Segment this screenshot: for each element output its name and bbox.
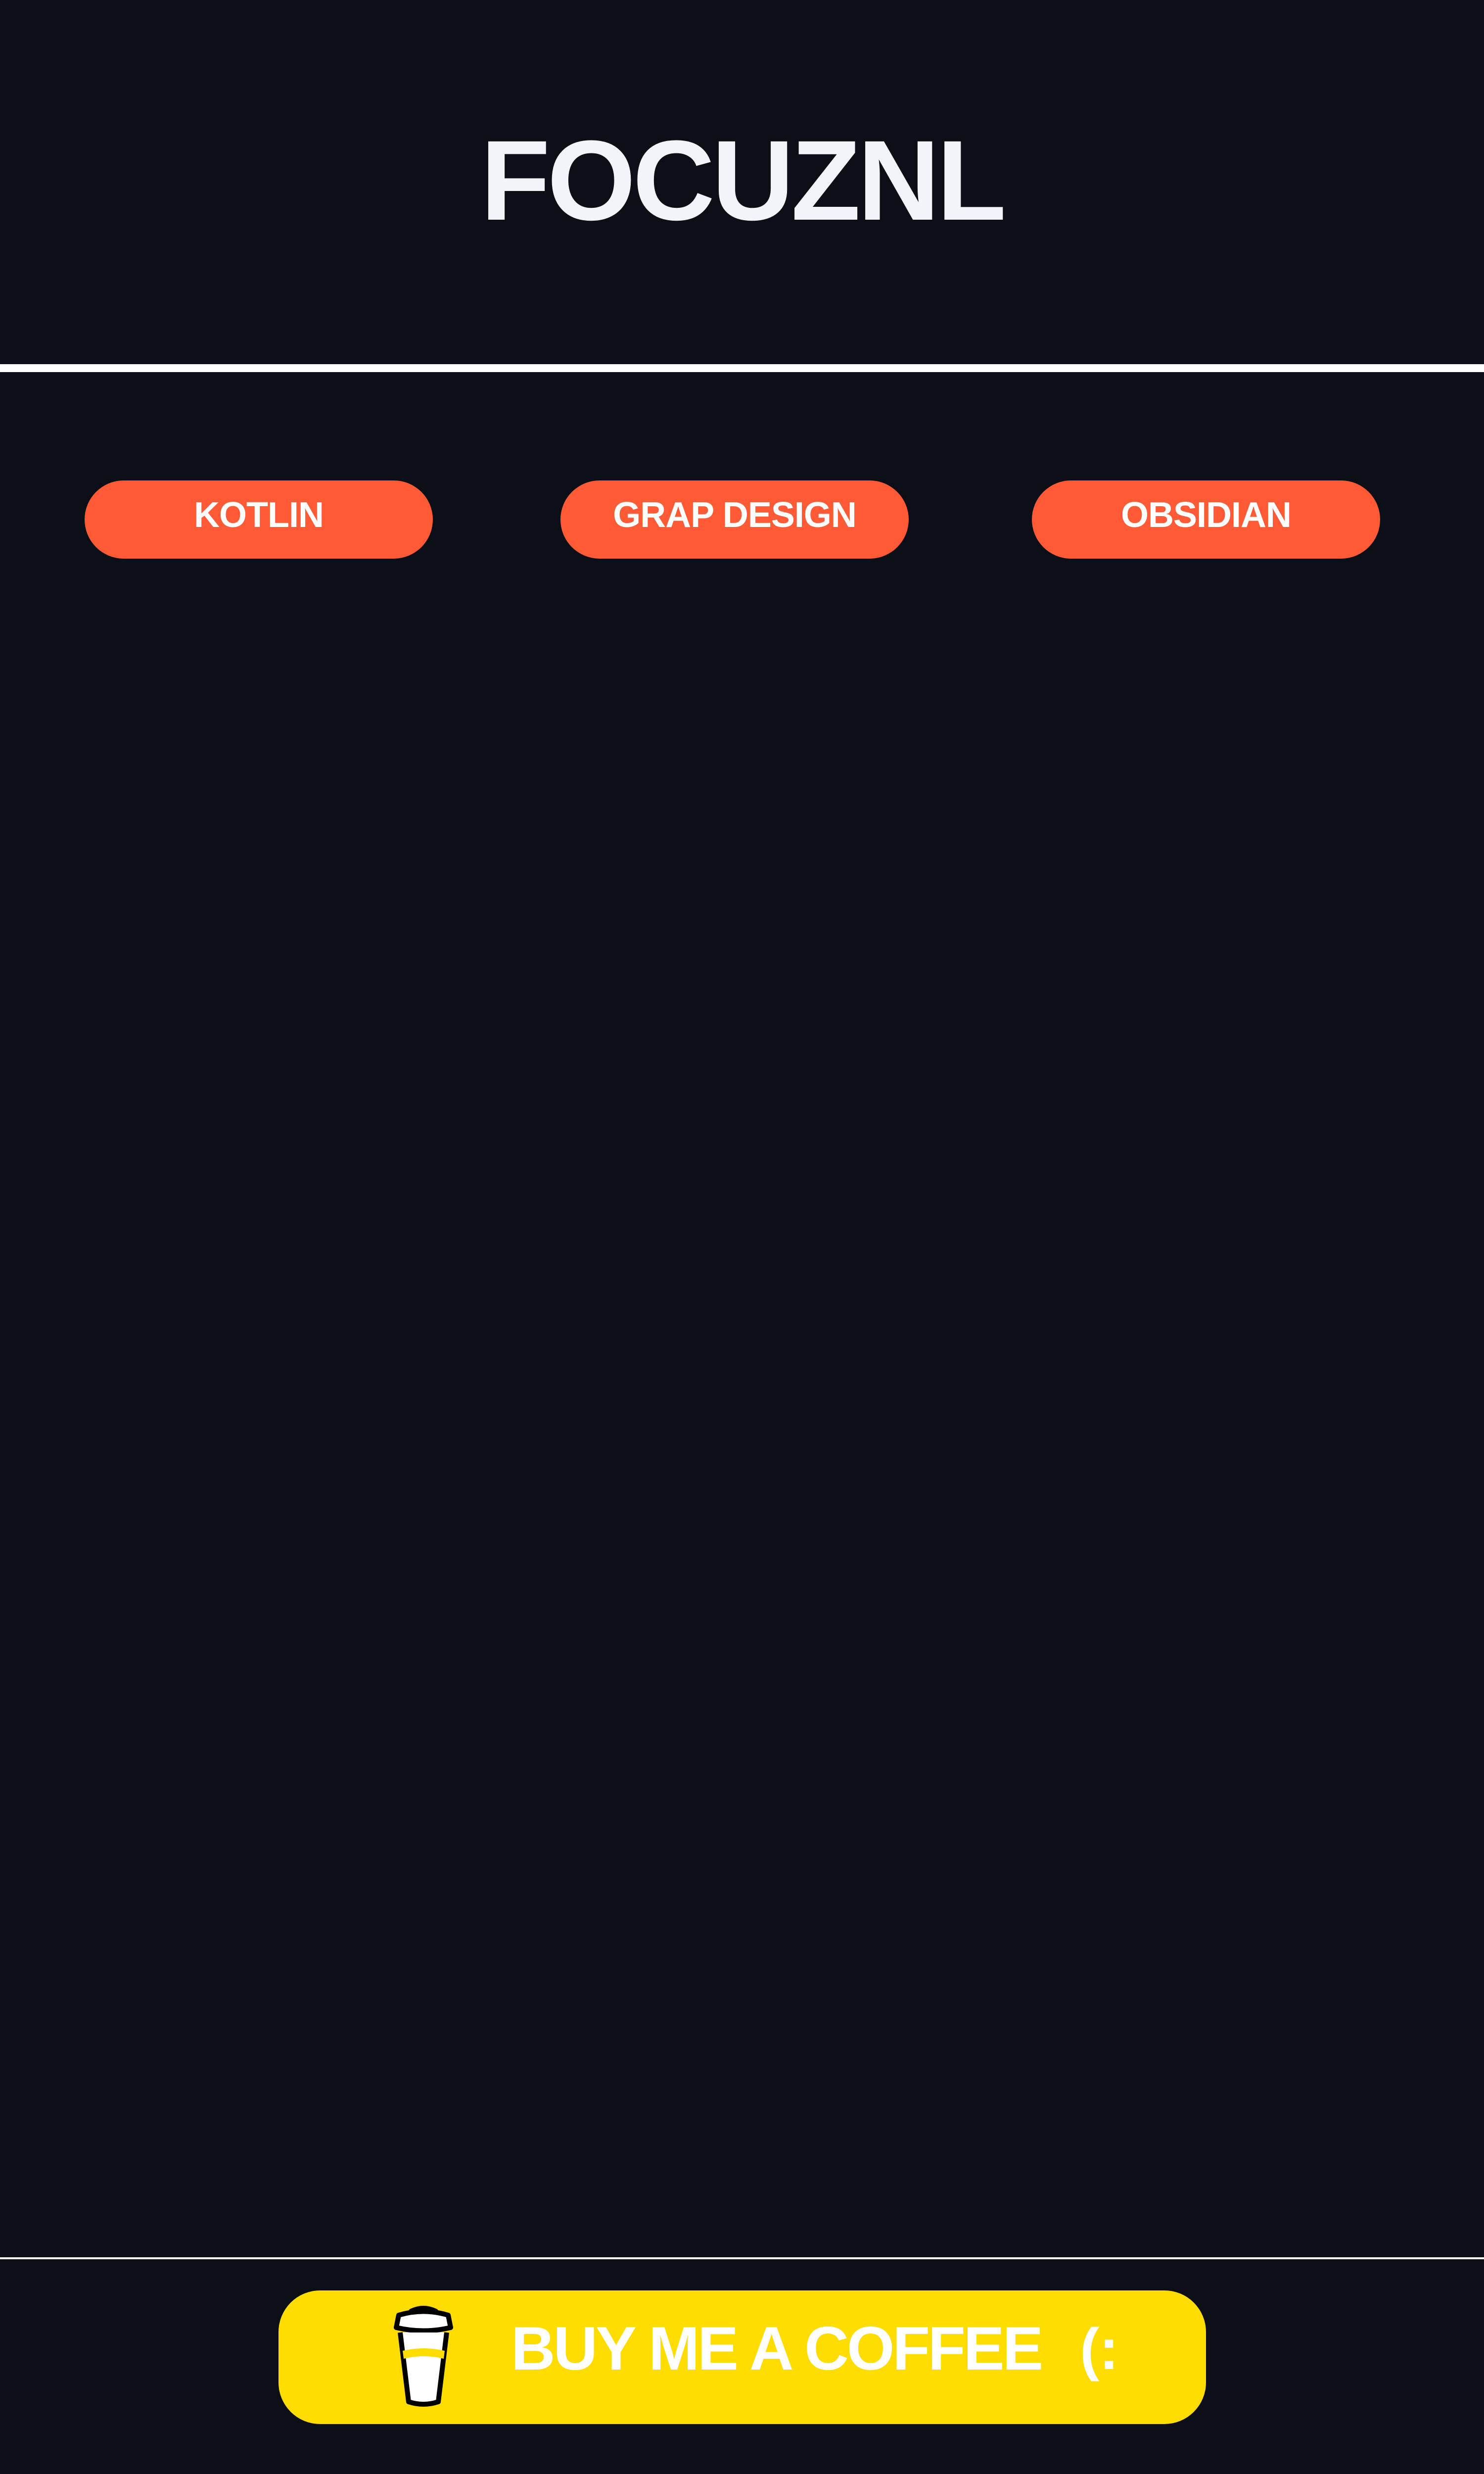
header-divider [0, 364, 1484, 372]
buy-me-a-coffee-label: BUY ME A COFFEE [511, 2315, 1043, 2383]
coffee-cup-icon [394, 2306, 453, 2407]
page: FOCUZNL KOTLIN GRAP DESIGN OBSIDIAN BUY … [0, 0, 1484, 2474]
tag-obsidian-button[interactable]: OBSIDIAN [1032, 480, 1380, 559]
buy-me-a-coffee-button[interactable]: BUY ME A COFFEE (: [278, 2290, 1206, 2424]
footer-divider [0, 2257, 1484, 2259]
tag-kotlin-button[interactable]: KOTLIN [85, 480, 433, 559]
site-title: FOCUZNL [480, 117, 1007, 244]
tag-graphic-design-button[interactable]: GRAP DESIGN [560, 480, 909, 559]
smiley-text: (: [1080, 2317, 1119, 2382]
